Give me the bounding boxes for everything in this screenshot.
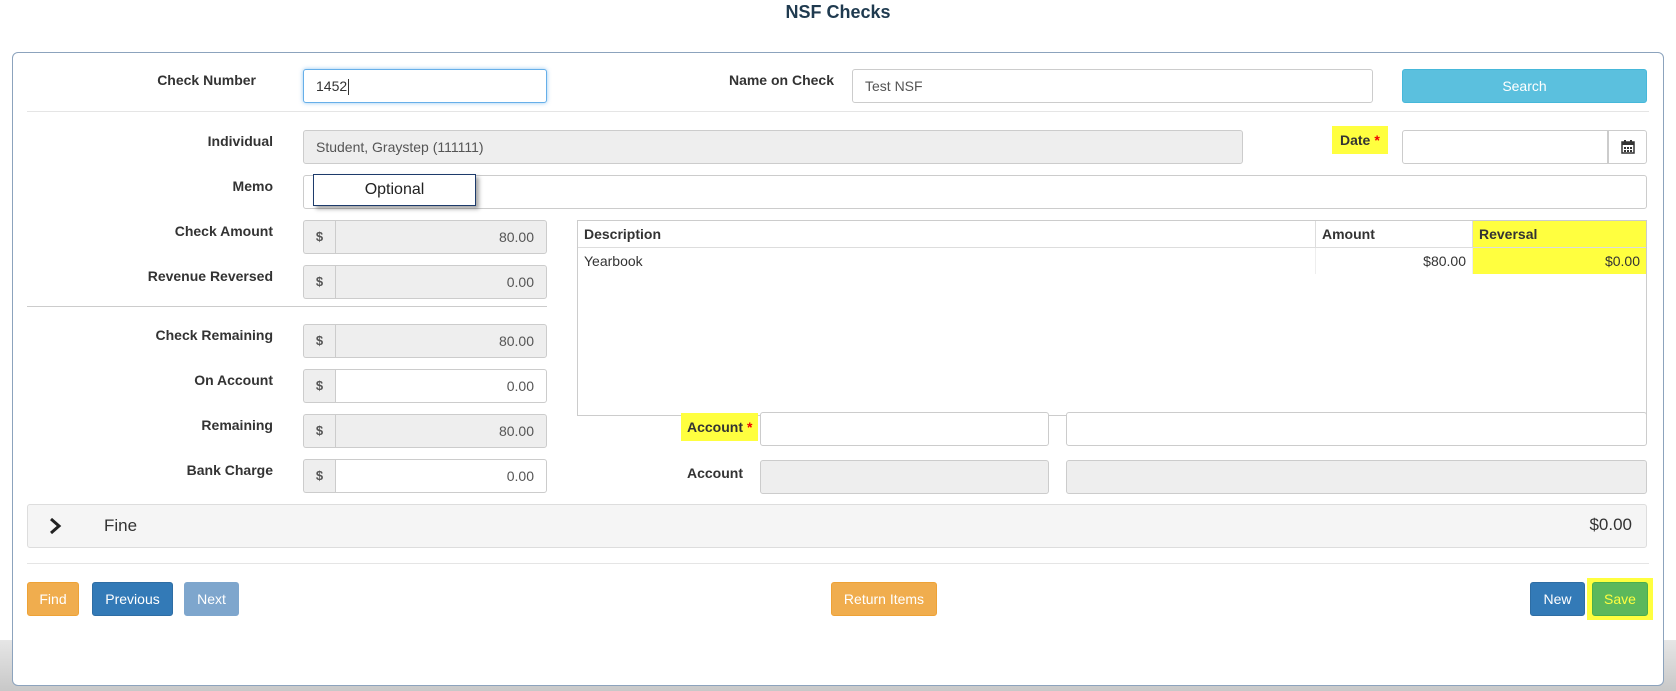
row-reversal-cell[interactable]: $0.00 [1473,248,1646,274]
account-description-input[interactable] [1066,412,1647,446]
check-amount-group: $ 80.00 [303,220,547,254]
check-amount-label: Check Amount [174,223,273,239]
on-account-group: $ 0.00 [303,369,547,403]
remaining-label: Remaining [201,417,273,433]
dollar-addon: $ [303,324,335,358]
dollar-addon: $ [303,414,335,448]
individual-label: Individual [207,133,273,149]
items-grid: Description Amount Reversal Yearbook $80… [577,220,1647,416]
account-label-text: Account [687,419,743,435]
divider [27,563,1649,564]
individual-field: Student, Graystep (111111) [303,130,1243,164]
account-required-label: Account * [681,413,759,441]
memo-input[interactable] [303,175,1647,209]
check-amount-field: 80.00 [335,220,547,254]
row-description: Yearbook [578,248,1316,274]
chevron-right-icon [50,518,62,534]
dollar-addon: $ [303,459,335,493]
date-label: Date * [1332,126,1388,154]
revenue-reversed-group: $ 0.00 [303,265,547,299]
bank-charge-label: Bank Charge [186,462,273,478]
find-button[interactable]: Find [27,582,79,616]
on-account-label: On Account [194,372,273,388]
check-number-label: Check Number [157,72,256,88]
grid-header: Description Amount Reversal [578,221,1646,248]
memo-label: Memo [232,178,273,194]
revenue-reversed-label: Revenue Reversed [147,268,273,284]
fine-accordion[interactable]: Fine $0.00 [27,504,1647,548]
date-label-text: Date [1340,132,1371,148]
check-remaining-field: 80.00 [335,324,547,358]
account-description-field [1066,460,1647,494]
account-label: Account [687,465,743,481]
table-row[interactable]: Yearbook $80.00 $0.00 [578,248,1646,274]
dollar-addon: $ [303,265,335,299]
remaining-group: $ 80.00 [303,414,547,448]
remaining-field: 80.00 [335,414,547,448]
calendar-icon [1621,140,1635,154]
fine-amount: $0.00 [1589,515,1632,534]
on-account-input[interactable]: 0.00 [335,369,547,403]
column-header-reversal[interactable]: Reversal [1473,221,1646,247]
check-remaining-group: $ 80.00 [303,324,547,358]
dollar-addon: $ [303,220,335,254]
text-caret [348,79,350,96]
dollar-addon: $ [303,369,335,403]
bank-charge-input[interactable]: 0.00 [335,459,547,493]
name-on-check-label: Name on Check [728,72,834,88]
check-number-input[interactable]: 1452 [303,69,547,103]
name-on-check-input[interactable]: Test NSF [852,69,1373,103]
check-remaining-label: Check Remaining [155,327,273,343]
revenue-reversed-field: 0.00 [335,265,547,299]
row-amount: $80.00 [1316,248,1473,274]
return-items-button[interactable]: Return Items [831,582,937,616]
save-button[interactable]: Save [1592,582,1648,616]
calendar-button[interactable] [1608,130,1647,164]
date-input[interactable] [1402,130,1608,164]
account-number-input[interactable] [760,412,1049,446]
column-header-amount[interactable]: Amount [1316,221,1473,247]
account-number-field [760,460,1049,494]
previous-button[interactable]: Previous [92,582,173,616]
new-button[interactable]: New [1530,582,1585,616]
divider [27,111,1649,112]
column-header-description[interactable]: Description [578,221,1316,247]
required-marker: * [747,419,753,435]
nsf-form-panel: Check Number 1452 Name on Check Test NSF… [12,52,1664,686]
memo-placeholder-tooltip: Optional [313,174,476,206]
divider [27,306,547,307]
check-number-value: 1452 [316,78,348,94]
fine-label: Fine [104,516,138,535]
bank-charge-group: $ 0.00 [303,459,547,493]
page-title: NSF Checks [785,2,891,22]
next-button[interactable]: Next [184,582,239,616]
search-button[interactable]: Search [1402,69,1647,103]
required-marker: * [1374,132,1380,148]
